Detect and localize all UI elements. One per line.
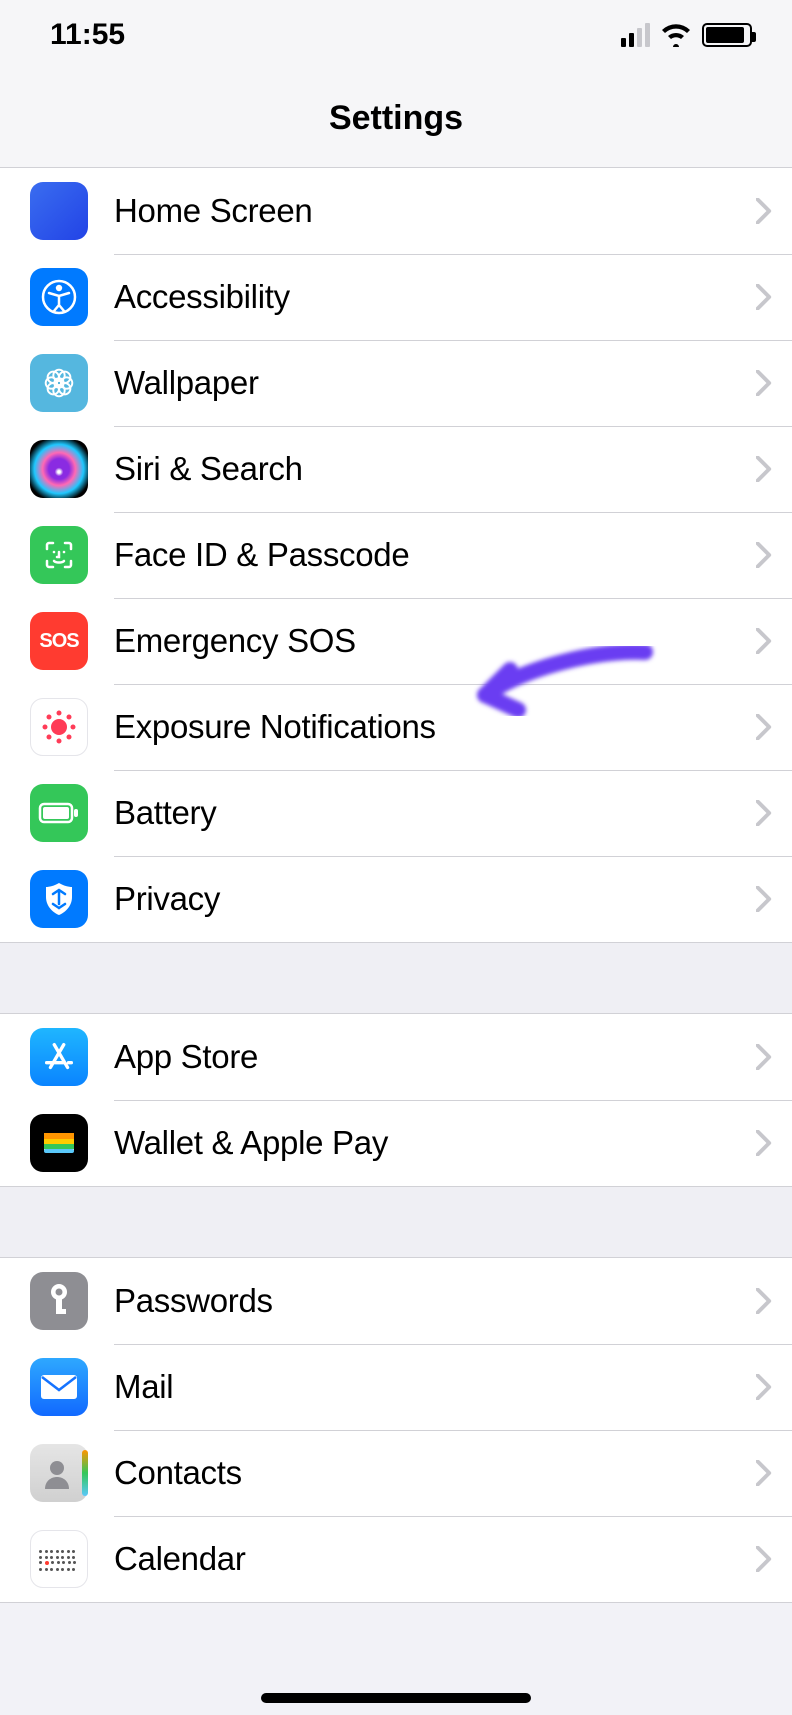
settings-row-contacts[interactable]: Contacts (0, 1430, 792, 1516)
chevron-right-icon (756, 1460, 772, 1486)
mail-icon (30, 1358, 88, 1416)
home-indicator[interactable] (261, 1693, 531, 1703)
settings-row-passwords[interactable]: Passwords (0, 1258, 792, 1344)
settings-label: Home Screen (114, 192, 756, 230)
battery-icon (702, 23, 752, 47)
chevron-right-icon (756, 886, 772, 912)
chevron-right-icon (756, 1546, 772, 1572)
home-screen-icon (30, 182, 88, 240)
chevron-right-icon (756, 1044, 772, 1070)
accessibility-icon (30, 268, 88, 326)
settings-group-general: Home Screen Accessibility Wallpaper Siri… (0, 168, 792, 943)
settings-row-emergency-sos[interactable]: SOS Emergency SOS (0, 598, 792, 684)
settings-label: Wallet & Apple Pay (114, 1124, 756, 1162)
settings-row-battery[interactable]: Battery (0, 770, 792, 856)
settings-label: Battery (114, 794, 756, 832)
status-bar: 11:55 (0, 0, 792, 70)
settings-row-wallpaper[interactable]: Wallpaper (0, 340, 792, 426)
settings-label: Passwords (114, 1282, 756, 1320)
settings-row-exposure-notifications[interactable]: Exposure Notifications (0, 684, 792, 770)
settings-group-store: App Store Wallet & Apple Pay (0, 1013, 792, 1187)
chevron-right-icon (756, 456, 772, 482)
settings-label: Face ID & Passcode (114, 536, 756, 574)
wifi-icon (660, 23, 692, 47)
chevron-right-icon (756, 1374, 772, 1400)
sos-icon: SOS (30, 612, 88, 670)
settings-row-siri-search[interactable]: Siri & Search (0, 426, 792, 512)
settings-label: Wallpaper (114, 364, 756, 402)
settings-group-accounts: Passwords Mail Contacts Calendar (0, 1257, 792, 1603)
page-title: Settings (0, 70, 792, 168)
settings-label: Calendar (114, 1540, 756, 1578)
settings-row-home-screen[interactable]: Home Screen (0, 168, 792, 254)
chevron-right-icon (756, 800, 772, 826)
exposure-icon (30, 698, 88, 756)
settings-label: Contacts (114, 1454, 756, 1492)
chevron-right-icon (756, 284, 772, 310)
chevron-right-icon (756, 714, 772, 740)
settings-label: Accessibility (114, 278, 756, 316)
settings-row-app-store[interactable]: App Store (0, 1014, 792, 1100)
passwords-icon (30, 1272, 88, 1330)
status-time: 11:55 (50, 18, 125, 52)
app-store-icon (30, 1028, 88, 1086)
settings-label: Exposure Notifications (114, 708, 756, 746)
section-gap (0, 943, 792, 1013)
battery-settings-icon (30, 784, 88, 842)
settings-row-privacy[interactable]: Privacy (0, 856, 792, 942)
settings-label: Privacy (114, 880, 756, 918)
cellular-signal-icon (621, 23, 650, 47)
chevron-right-icon (756, 628, 772, 654)
chevron-right-icon (756, 198, 772, 224)
chevron-right-icon (756, 1288, 772, 1314)
siri-icon (30, 440, 88, 498)
chevron-right-icon (756, 542, 772, 568)
wallet-icon (30, 1114, 88, 1172)
faceid-icon (30, 526, 88, 584)
chevron-right-icon (756, 1130, 772, 1156)
privacy-icon (30, 870, 88, 928)
status-indicators (621, 23, 752, 47)
settings-row-calendar[interactable]: Calendar (0, 1516, 792, 1602)
settings-label: Mail (114, 1368, 756, 1406)
settings-label: Siri & Search (114, 450, 756, 488)
contacts-icon (30, 1444, 88, 1502)
sos-text: SOS (39, 630, 78, 653)
settings-label: App Store (114, 1038, 756, 1076)
chevron-right-icon (756, 370, 772, 396)
calendar-icon (30, 1530, 88, 1588)
wallpaper-icon (30, 354, 88, 412)
settings-row-faceid[interactable]: Face ID & Passcode (0, 512, 792, 598)
section-gap (0, 1187, 792, 1257)
settings-row-mail[interactable]: Mail (0, 1344, 792, 1430)
settings-row-wallet[interactable]: Wallet & Apple Pay (0, 1100, 792, 1186)
settings-label: Emergency SOS (114, 622, 756, 660)
settings-row-accessibility[interactable]: Accessibility (0, 254, 792, 340)
page-title-text: Settings (329, 99, 463, 138)
